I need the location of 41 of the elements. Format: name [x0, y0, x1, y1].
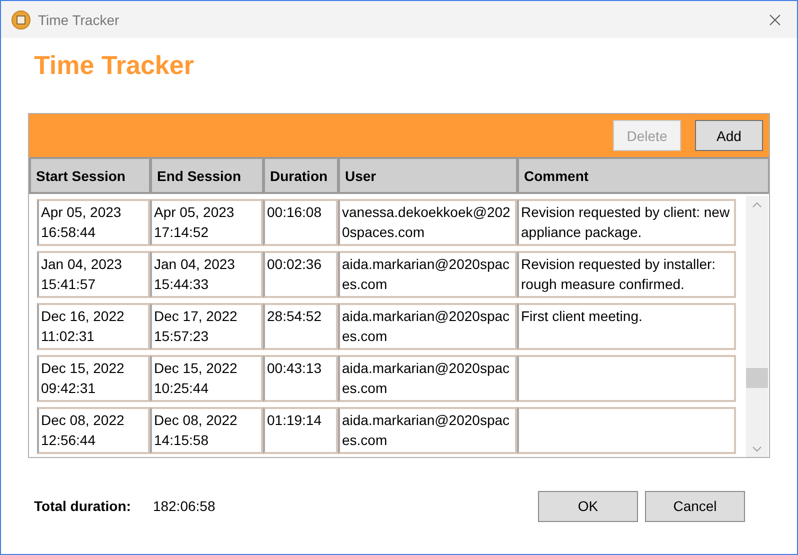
column-header[interactable]: Comment	[517, 157, 769, 194]
table-cell: 00:16:08	[263, 199, 338, 246]
toolbar-button[interactable]: Add	[695, 120, 763, 151]
total-value: 182:06:58	[152, 498, 216, 514]
table-cell: aida.markarian@2020spaces.com	[338, 407, 517, 454]
table-cell: Revision requested by installer: rough measure confirmed.	[517, 251, 736, 298]
table-cell: Revision requested by client: new appliance package.	[517, 199, 736, 246]
close-icon[interactable]	[769, 14, 781, 26]
table-cell: Dec 16, 2022 11:02:31	[37, 303, 150, 350]
table-cell: First client meeting.	[517, 303, 736, 350]
table-cell: Dec 17, 2022 15:57:23	[150, 303, 263, 350]
table-cell: Dec 15, 2022 09:42:31	[37, 355, 150, 402]
table-cell: vanessa.dekoekkoek@2020spaces.com	[338, 199, 517, 246]
page-heading: Time Tracker	[34, 50, 194, 81]
dialog-button[interactable]: OK	[538, 490, 638, 522]
window-title: Time Tracker	[38, 12, 120, 28]
scroll-down-icon[interactable]	[752, 446, 762, 452]
total-label: Total duration:	[34, 498, 131, 514]
dialog-button[interactable]: Cancel	[645, 490, 745, 522]
scrollbar[interactable]	[746, 196, 768, 457]
table-cell: 00:02:36	[263, 251, 338, 298]
table-cell: Jan 04, 2023 15:44:33	[150, 251, 263, 298]
column-header[interactable]: End Session	[150, 157, 263, 194]
column-header[interactable]: User	[338, 157, 517, 194]
scroll-up-icon[interactable]	[752, 202, 762, 208]
table-cell: aida.markarian@2020spaces.com	[338, 355, 517, 402]
table-cell: 28:54:52	[263, 303, 338, 350]
table-cell: Dec 08, 2022 12:56:44	[37, 407, 150, 454]
table-cell: Dec 15, 2022 10:25:44	[150, 355, 263, 402]
column-header[interactable]: Duration	[263, 157, 338, 194]
app-icon	[11, 10, 31, 30]
table-cell: Apr 05, 2023 17:14:52	[150, 199, 263, 246]
table-cell: aida.markarian@2020spaces.com	[338, 251, 517, 298]
scroll-thumb[interactable]	[746, 368, 768, 388]
column-header[interactable]: Start Session	[29, 157, 150, 194]
table-cell: Apr 05, 2023 16:58:44	[37, 199, 150, 246]
table-cell: 00:43:13	[263, 355, 338, 402]
table-cell: Dec 08, 2022 14:15:58	[150, 407, 263, 454]
table-cell: 01:19:14	[263, 407, 338, 454]
table-cell: aida.markarian@2020spaces.com	[338, 303, 517, 350]
table-cell: Jan 04, 2023 15:41:57	[37, 251, 150, 298]
